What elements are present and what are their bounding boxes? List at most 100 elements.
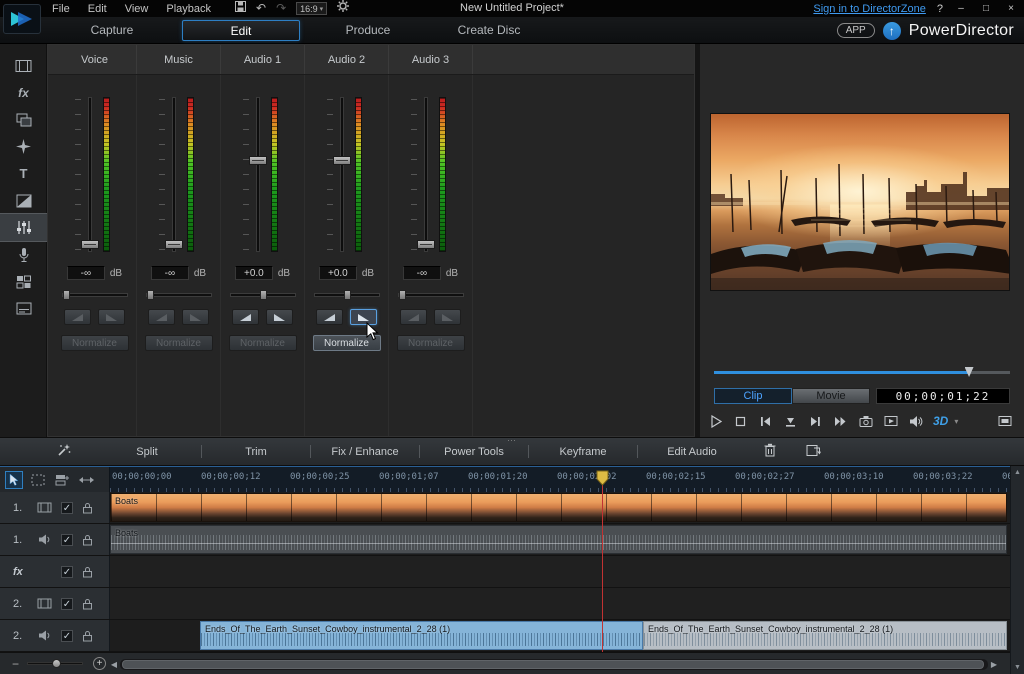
track-manager-button[interactable] xyxy=(53,471,71,489)
zoom-out-button[interactable]: − xyxy=(12,657,19,671)
video-clip-boats[interactable]: Boats xyxy=(110,493,1007,522)
snapshot-camera-button[interactable] xyxy=(858,414,873,429)
sidebar-item-voiceover-room[interactable] xyxy=(0,241,47,268)
stop-button[interactable] xyxy=(733,414,748,429)
fader-handle[interactable] xyxy=(417,240,435,249)
fader-handle[interactable] xyxy=(165,240,183,249)
music-normalize-button[interactable]: Normalize xyxy=(145,335,213,351)
timeline-vertical-scrollbar[interactable]: ▲ ▼ xyxy=(1010,466,1024,674)
capture-window-button[interactable] xyxy=(883,414,898,429)
audio3-fade-out-button[interactable] xyxy=(434,309,461,325)
audio2-volume-fader[interactable] xyxy=(340,97,344,252)
audio1-pan-slider[interactable] xyxy=(230,293,296,297)
fader-handle[interactable] xyxy=(81,240,99,249)
power-tools-button[interactable]: Power Tools xyxy=(420,446,528,458)
track-lock-icon[interactable] xyxy=(82,598,93,610)
sidebar-item-particle-room[interactable] xyxy=(0,133,47,160)
tab-produce[interactable]: Produce xyxy=(318,20,418,41)
scroll-up-icon[interactable]: ▲ xyxy=(1014,469,1021,476)
redo-icon[interactable]: ↷ xyxy=(276,0,286,17)
sidebar-item-media-room[interactable] xyxy=(0,52,47,79)
track-enable-checkbox[interactable]: ✓ xyxy=(61,502,73,514)
sidebar-item-subtitle-room[interactable] xyxy=(0,295,47,322)
menu-edit[interactable]: Edit xyxy=(88,3,107,15)
music-fade-in-button[interactable] xyxy=(148,309,175,325)
sidebar-item-chapter-room[interactable] xyxy=(0,268,47,295)
signin-directorzone-link[interactable]: Sign in to DirectorZone xyxy=(813,3,926,15)
track-lock-icon[interactable] xyxy=(82,630,93,642)
scroll-down-icon[interactable]: ▼ xyxy=(1014,664,1021,671)
track-enable-checkbox[interactable]: ✓ xyxy=(61,598,73,610)
tab-edit[interactable]: Edit xyxy=(182,20,300,41)
chevron-down-icon[interactable]: ▾ xyxy=(954,417,958,426)
music-volume-fader[interactable] xyxy=(172,97,176,252)
audio2-normalize-button[interactable]: Normalize xyxy=(313,335,381,351)
audio3-fade-in-button[interactable] xyxy=(400,309,427,325)
previous-frame-button[interactable] xyxy=(758,414,773,429)
music-clip-2[interactable]: Ends_Of_The_Earth_Sunset_Cowboy_instrume… xyxy=(643,621,1007,650)
pan-handle[interactable] xyxy=(260,290,267,300)
sidebar-item-pip-objects[interactable] xyxy=(0,106,47,133)
menu-file[interactable]: File xyxy=(52,3,70,15)
track-enable-checkbox[interactable]: ✓ xyxy=(61,534,73,546)
audio1-fade-out-button[interactable] xyxy=(266,309,293,325)
seek-marker-button[interactable] xyxy=(783,414,798,429)
split-button[interactable]: Split xyxy=(93,446,201,458)
menu-playback[interactable]: Playback xyxy=(166,3,211,15)
timeline-zoom-slider[interactable] xyxy=(27,662,83,665)
track-enable-checkbox[interactable]: ✓ xyxy=(61,566,73,578)
track-enable-checkbox[interactable]: ✓ xyxy=(61,630,73,642)
select-tool-button[interactable] xyxy=(5,471,23,489)
volume-button[interactable] xyxy=(908,414,923,429)
trim-button[interactable]: Trim xyxy=(202,446,310,458)
play-button[interactable] xyxy=(708,414,723,429)
zoom-handle[interactable] xyxy=(52,659,61,668)
sidebar-item-audio-mixing-room[interactable] xyxy=(0,214,47,241)
audio2-fade-out-button[interactable] xyxy=(350,309,377,325)
sidebar-item-title-room[interactable]: T xyxy=(0,160,47,187)
menu-view[interactable]: View xyxy=(125,3,149,15)
music-clip-selected[interactable]: Ends_Of_The_Earth_Sunset_Cowboy_instrume… xyxy=(200,621,643,650)
fader-handle[interactable] xyxy=(249,156,267,165)
audio3-volume-fader[interactable] xyxy=(424,97,428,252)
help-button[interactable]: ? xyxy=(937,3,943,15)
hscroll-thumb[interactable] xyxy=(122,660,984,669)
trash-icon[interactable] xyxy=(764,443,776,460)
playhead-marker[interactable] xyxy=(596,470,609,491)
tab-create-disc[interactable]: Create Disc xyxy=(430,20,548,41)
voice-pan-slider[interactable] xyxy=(62,293,128,297)
pan-handle[interactable] xyxy=(147,290,154,300)
voice-normalize-button[interactable]: Normalize xyxy=(61,335,129,351)
track-body-fx[interactable] xyxy=(110,556,1010,587)
pan-handle[interactable] xyxy=(344,290,351,300)
upgrade-arrow-icon[interactable]: ↑ xyxy=(883,22,901,40)
sidebar-item-transition-room[interactable] xyxy=(0,187,47,214)
magic-wand-icon[interactable] xyxy=(56,443,71,461)
timeline-ruler[interactable]: 00;00;00;00 00;00;00;12 00;00;00;25 00;0… xyxy=(110,467,1010,493)
fit-timeline-button[interactable] xyxy=(77,471,95,489)
pan-handle[interactable] xyxy=(63,290,70,300)
music-fade-out-button[interactable] xyxy=(182,309,209,325)
save-icon[interactable] xyxy=(235,0,246,17)
sidebar-item-effect-room[interactable]: fx xyxy=(0,79,47,106)
track-lock-icon[interactable] xyxy=(82,502,93,514)
fader-handle[interactable] xyxy=(333,156,351,165)
aspect-ratio-select[interactable]: 16:9 ▾ xyxy=(296,2,327,15)
audio3-normalize-button[interactable]: Normalize xyxy=(397,335,465,351)
audio1-fade-in-button[interactable] xyxy=(232,309,259,325)
app-badge[interactable]: APP xyxy=(837,23,875,38)
range-select-tool-button[interactable] xyxy=(29,471,47,489)
audio3-pan-slider[interactable] xyxy=(398,293,464,297)
next-frame-button[interactable] xyxy=(808,414,823,429)
settings-gear-icon[interactable] xyxy=(337,0,349,17)
audio2-fade-in-button[interactable] xyxy=(316,309,343,325)
voice-fade-in-button[interactable] xyxy=(64,309,91,325)
scroll-left-icon[interactable]: ◀ xyxy=(108,660,120,669)
audio2-pan-slider[interactable] xyxy=(314,293,380,297)
audio1-normalize-button[interactable]: Normalize xyxy=(229,335,297,351)
audio1-volume-fader[interactable] xyxy=(256,97,260,252)
hscroll-track[interactable] xyxy=(120,659,988,670)
pan-handle[interactable] xyxy=(399,290,406,300)
panel-splitter-handle[interactable]: ⋯ xyxy=(507,437,517,443)
export-room-icon[interactable] xyxy=(806,444,821,460)
